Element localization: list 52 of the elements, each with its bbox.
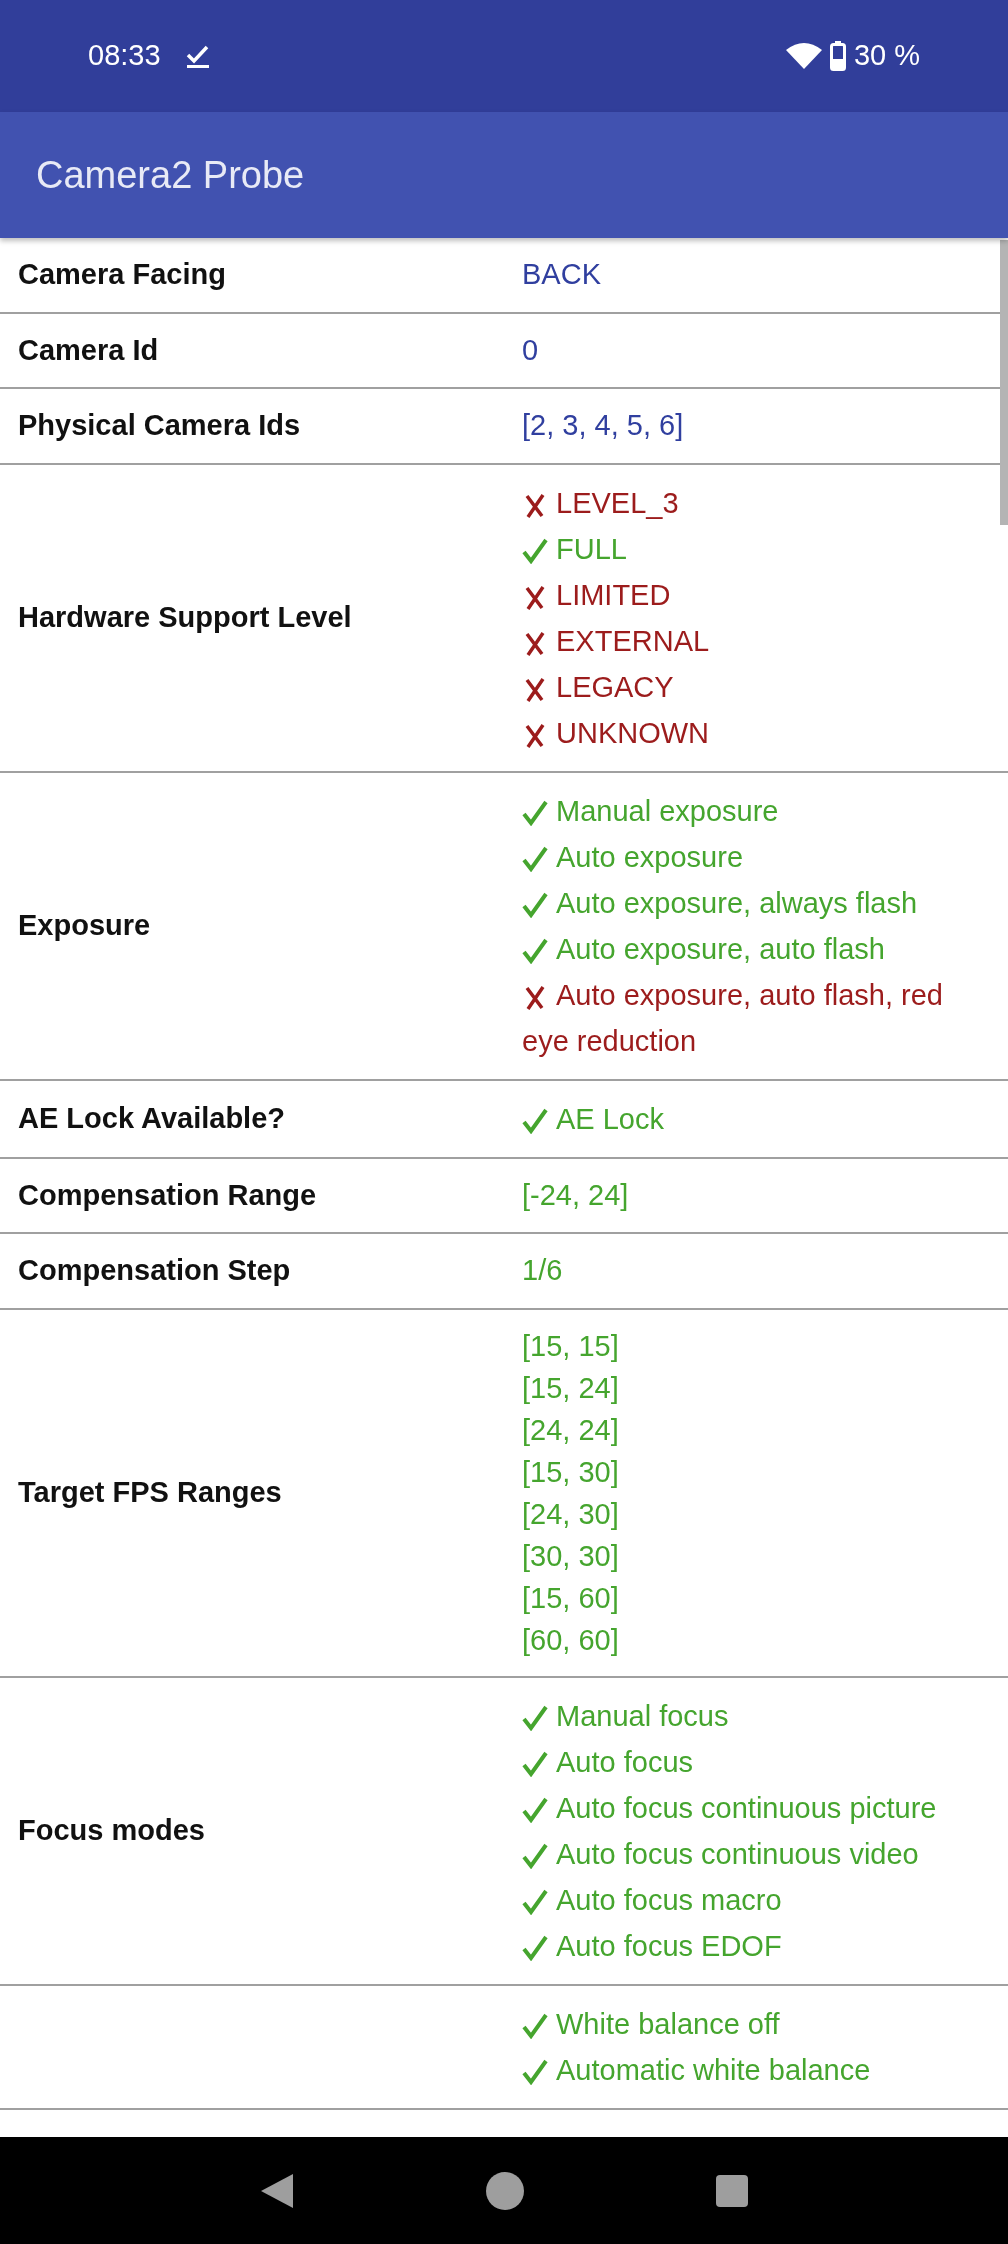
capability-text: Auto exposure, always flash [556,886,918,919]
download-done-icon [184,43,211,69]
clock-time: 08:33 [88,38,161,74]
property-label: Target FPS Ranges [17,1474,283,1510]
property-value: [2, 3, 4, 5, 6] [522,408,685,443]
capability-text: Auto exposure, auto flash [556,932,885,965]
property-value: [60, 60] [522,1622,620,1658]
capability-text: Auto focus EDOF [556,1929,782,1962]
battery-icon [829,41,846,71]
capability-text: LEVEL_3 [556,486,679,519]
capability-text: UNKNOWN [556,716,710,749]
property-label: Compensation Range [17,1177,318,1213]
capability-text: Manual exposure [556,794,779,827]
property-value: [15, 15] [522,1328,620,1364]
capability-text: Manual focus [556,1699,729,1732]
property-label: Focus modes [17,1812,206,1848]
capability-text: LIMITED [556,578,671,611]
capability-text: Auto focus continuous video [556,1837,919,1870]
property-value: 0 [522,332,540,368]
capability-text: Auto focus macro [556,1883,782,1916]
capability-text: EXTERNAL [556,624,710,657]
property-label: AE Lock Available? [17,1100,286,1136]
back-icon[interactable] [259,2171,295,2210]
capability-text: Auto focus [556,1745,694,1778]
property-label: Hardware Support Level [17,599,353,635]
property-label: Physical Camera Ids [17,408,302,443]
property-label: Compensation Step [17,1253,292,1288]
capability-text: Auto exposure [556,840,743,873]
capability-text: Automatic white balance [556,2053,871,2086]
property-label: Exposure [17,907,152,943]
capability-text: White balance off [556,2007,780,2040]
property-value: 1/6 [522,1253,564,1288]
capability-text: AE Lock [556,1102,664,1135]
property-value: [30, 30] [522,1538,620,1574]
property-value: [15, 24] [522,1370,620,1406]
property-value: [15, 30] [522,1454,620,1490]
capability-text: FULL [556,532,627,565]
recents-icon[interactable] [715,2173,749,2208]
property-label: Camera Facing [17,257,227,292]
property-value: [24, 30] [522,1496,620,1532]
property-value: [-24, 24] [522,1177,630,1213]
property-label: Camera Id [17,332,160,368]
capability-text: Auto focus continuous picture [556,1791,937,1824]
app-title: Camera2 Probe [36,152,305,198]
property-value: [24, 24] [522,1412,620,1448]
capability-text: LEGACY [556,670,674,703]
property-value: BACK [522,257,602,292]
capability-text: Auto exposure, auto flash, red eye reduction [522,978,943,1057]
wifi-icon [785,43,822,69]
home-icon[interactable] [485,2170,525,2211]
property-value: [15, 60] [522,1580,620,1616]
battery-percent: 30 % [853,38,920,74]
